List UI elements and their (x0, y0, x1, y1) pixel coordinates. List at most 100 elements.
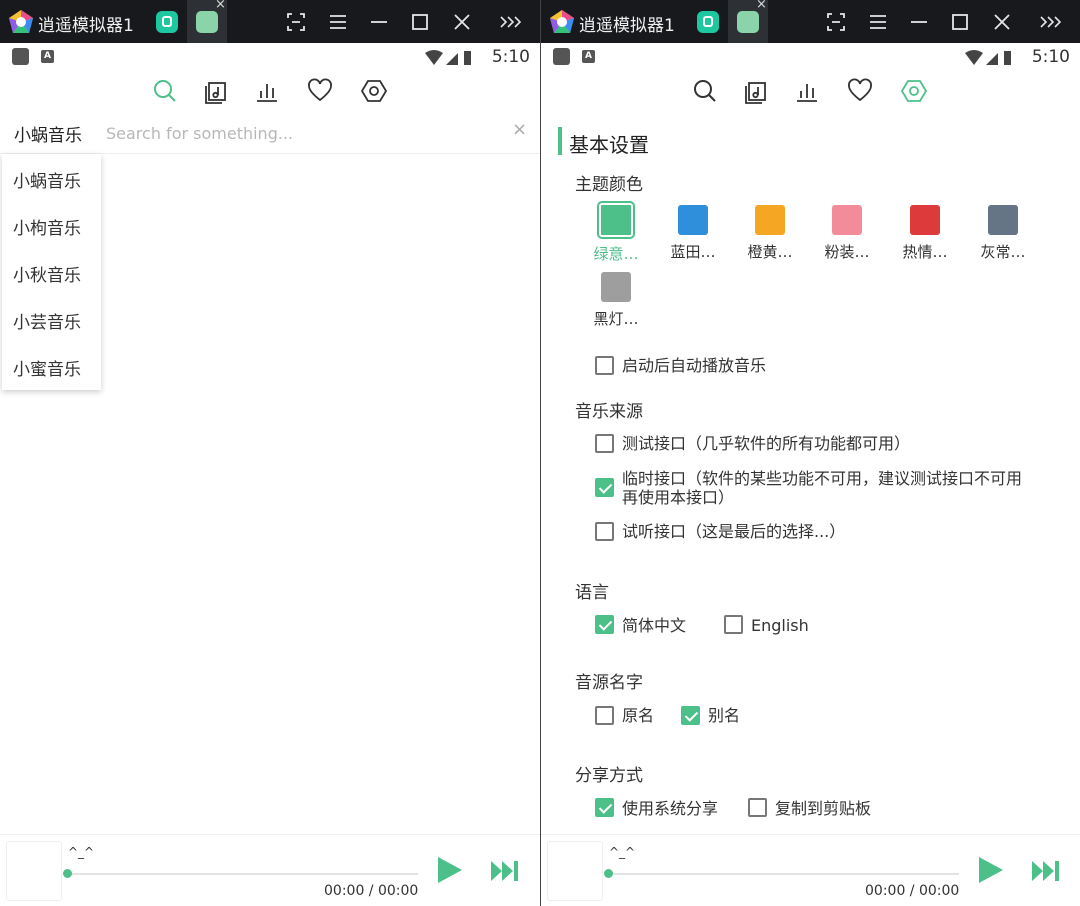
menu-icon[interactable] (325, 9, 351, 35)
name-original-label: 原名 (622, 706, 655, 725)
heart-icon[interactable] (307, 78, 333, 104)
minimize-icon[interactable] (906, 9, 932, 35)
swatch-label: 灰常… (980, 243, 1026, 261)
theme-swatch[interactable]: 黑灯… (585, 272, 647, 329)
clock: 5:10 (491, 47, 530, 67)
progress-handle[interactable] (604, 869, 613, 878)
share-clipboard-checkbox[interactable] (748, 798, 767, 817)
dropdown-item[interactable]: 小蜜音乐 (13, 355, 81, 380)
album-cover[interactable] (547, 841, 603, 901)
dropdown-item[interactable]: 小蜗音乐 (13, 167, 81, 192)
right-window: 逍遥模拟器1 × A 5:10 基本设置 主题颜色 绿意… 蓝田… 橙黄… 粉装… (541, 0, 1080, 906)
tab-close-icon[interactable]: × (215, 0, 226, 12)
source-name-title: 音源名字 (575, 673, 643, 693)
progress-handle[interactable] (63, 869, 72, 878)
next-track-icon[interactable] (490, 859, 520, 883)
signal-battery-icons (424, 49, 472, 71)
minimize-icon[interactable] (366, 9, 392, 35)
lang-en-checkbox[interactable] (724, 615, 743, 634)
app-top-nav (541, 74, 1080, 108)
search-input[interactable] (106, 120, 496, 146)
keyboard-icon: A (41, 50, 54, 63)
clear-icon[interactable]: × (512, 119, 527, 140)
swatch-color (599, 203, 633, 237)
search-bar: 小蜗音乐 × (0, 114, 540, 154)
theme-swatch[interactable]: 灰常… (972, 205, 1034, 262)
maximize-icon[interactable] (947, 9, 973, 35)
emulator-logo-icon (9, 10, 33, 33)
language-title: 语言 (575, 583, 609, 603)
dropdown-item[interactable]: 小芸音乐 (13, 308, 81, 333)
close-icon[interactable] (449, 9, 475, 35)
notification-icon (12, 48, 29, 65)
android-status-bar: A 5:10 (0, 43, 540, 71)
lang-zh-label: 简体中文 (622, 616, 687, 635)
search-icon[interactable] (152, 78, 178, 104)
music-app-tab[interactable]: × (187, 0, 227, 43)
clock: 5:10 (1031, 47, 1070, 67)
source-temp-label-line2: 再使用本接口） (622, 488, 735, 507)
progress-bar[interactable] (68, 873, 418, 875)
home-tab-icon[interactable] (156, 11, 178, 33)
music-app-tab[interactable]: × (728, 0, 768, 43)
settings-icon[interactable] (360, 78, 388, 104)
source-trial-checkbox[interactable] (595, 522, 614, 541)
theme-title: 主题颜色 (575, 175, 643, 195)
play-icon[interactable] (436, 855, 464, 885)
song-list-icon[interactable] (743, 78, 769, 104)
home-tab-icon[interactable] (697, 11, 719, 33)
swatch-label: 蓝田… (670, 243, 716, 261)
song-list-icon[interactable] (203, 78, 229, 104)
dropdown-item[interactable]: 小枸音乐 (13, 214, 81, 239)
source-test-checkbox[interactable] (595, 434, 614, 453)
tab-close-icon[interactable]: × (756, 0, 767, 12)
settings-icon[interactable] (900, 78, 928, 104)
source-temp-checkbox[interactable] (595, 478, 614, 497)
theme-swatch[interactable]: 热情… (894, 205, 956, 262)
android-status-bar: A 5:10 (541, 43, 1080, 71)
menu-icon[interactable] (865, 9, 891, 35)
heart-icon[interactable] (847, 78, 873, 104)
chart-icon[interactable] (794, 78, 820, 104)
song-title: ^_^ (609, 845, 636, 859)
expand-sidebar-icon[interactable] (1037, 9, 1063, 35)
expand-sidebar-icon[interactable] (497, 9, 523, 35)
swatch-label: 绿意… (593, 245, 639, 263)
maximize-icon[interactable] (407, 9, 433, 35)
name-original-checkbox[interactable] (595, 706, 614, 725)
play-time: 00:00 / 00:00 (865, 883, 960, 899)
close-icon[interactable] (989, 9, 1015, 35)
name-alias-label: 别名 (708, 706, 741, 725)
keyboard-icon: A (582, 50, 595, 63)
source-title: 音乐来源 (575, 402, 643, 422)
lang-zh-checkbox[interactable] (595, 615, 614, 634)
dropdown-item[interactable]: 小秋音乐 (13, 261, 81, 286)
theme-swatch[interactable]: 粉装… (816, 205, 878, 262)
screenshot-icon[interactable] (823, 9, 849, 35)
theme-swatch[interactable]: 绿意… (585, 203, 647, 264)
swatch-label: 黑灯… (593, 310, 639, 328)
next-track-icon[interactable] (1031, 859, 1061, 883)
emulator-titlebar: 逍遥模拟器1 × (541, 0, 1080, 43)
progress-bar[interactable] (609, 873, 959, 875)
theme-swatch[interactable]: 橙黄… (739, 205, 801, 262)
lang-en-label: English (751, 616, 809, 635)
search-icon[interactable] (692, 78, 718, 104)
emulator-logo-icon (550, 10, 574, 33)
signal-battery-icons (964, 49, 1012, 71)
chart-icon[interactable] (254, 78, 280, 104)
play-icon[interactable] (977, 855, 1005, 885)
album-cover[interactable] (6, 841, 62, 901)
theme-swatch[interactable]: 蓝田… (662, 205, 724, 262)
section-accent-bar (558, 127, 562, 155)
player-bar: ^_^ 00:00 / 00:00 (541, 834, 1080, 906)
share-system-label: 使用系统分享 (622, 799, 719, 818)
name-alias-checkbox[interactable] (681, 706, 700, 725)
autoplay-checkbox[interactable] (595, 356, 614, 375)
swatch-color (601, 272, 631, 302)
emulator-titlebar: 逍遥模拟器1 × (0, 0, 540, 43)
swatch-label: 橙黄… (747, 243, 793, 261)
share-system-checkbox[interactable] (595, 798, 614, 817)
source-select[interactable]: 小蜗音乐 (14, 121, 82, 146)
screenshot-icon[interactable] (283, 9, 309, 35)
